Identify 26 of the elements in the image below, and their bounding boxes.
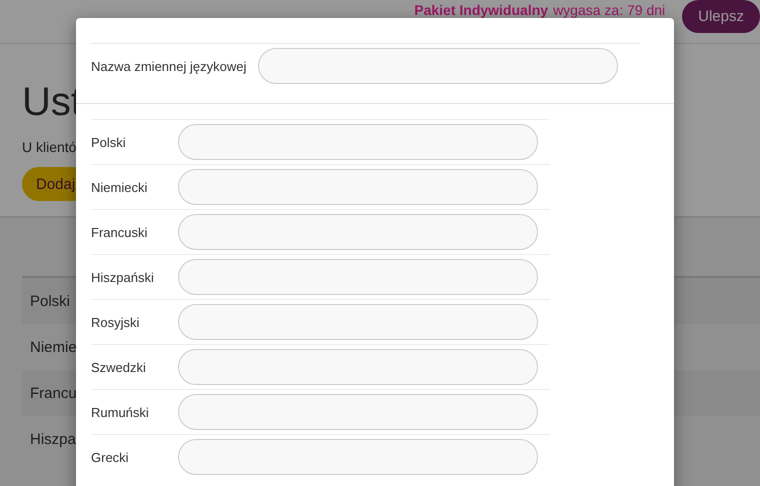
input-field[interactable]	[178, 214, 538, 250]
field-label: Hiszpański	[91, 270, 155, 284]
input-field[interactable]	[178, 439, 538, 475]
field-label: Rumuński	[91, 404, 150, 420]
language-name: Hiszpa	[30, 430, 76, 448]
input-field[interactable]	[258, 48, 618, 84]
field-label: Szwedzki	[91, 360, 147, 374]
field-label: Niemiecki	[91, 180, 148, 194]
plan-name: Pakiet Indywidualny	[414, 2, 548, 18]
language-name: Polski	[30, 292, 70, 310]
field-label: Rosyjski	[91, 314, 140, 330]
upgrade-button[interactable]: Ulepsz	[682, 0, 760, 33]
language-name: Francu	[30, 384, 77, 402]
field-label: Nazwa zmiennej językowej	[91, 58, 246, 74]
input-field[interactable]	[178, 304, 538, 340]
input-field[interactable]	[178, 349, 538, 385]
input-field[interactable]	[178, 169, 538, 205]
input-field[interactable]	[178, 394, 538, 430]
field-label: Francuski	[91, 224, 148, 240]
input-field[interactable]	[178, 259, 538, 295]
input-field[interactable]	[178, 124, 538, 160]
page-subtitle: U klientó	[22, 139, 76, 155]
language-name: Niemie	[30, 338, 77, 356]
field-label: Grecki	[91, 450, 130, 464]
plan-expiry: wygasa za: 79 dni	[553, 2, 666, 18]
field-label: Polski	[91, 134, 127, 150]
